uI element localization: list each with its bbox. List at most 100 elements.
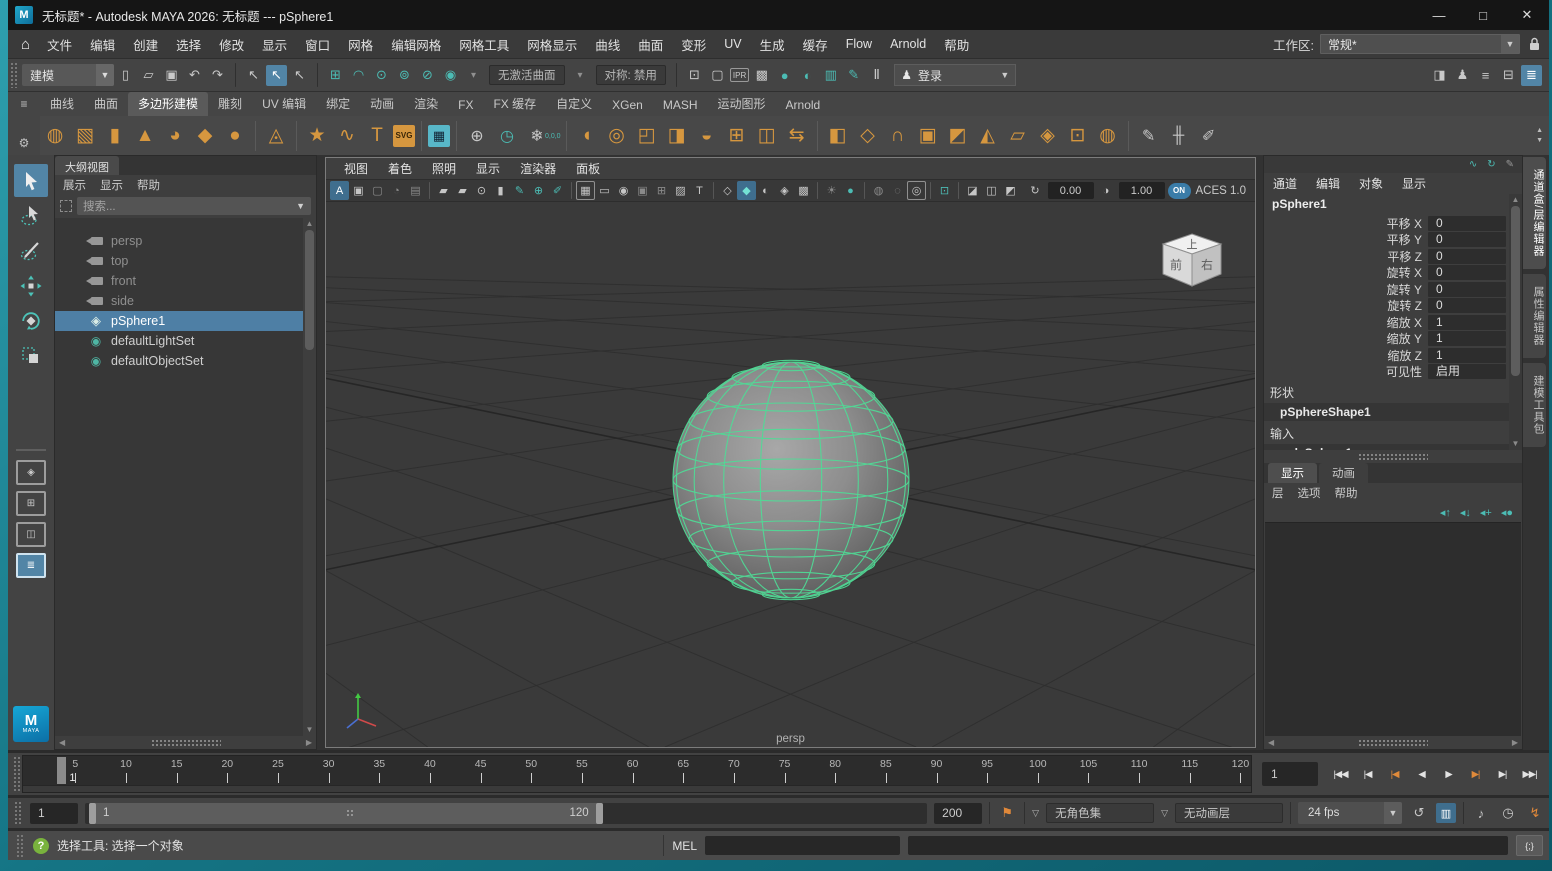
range-slider-range[interactable]: 1 120 bbox=[89, 802, 603, 824]
renderer-badge-icon[interactable]: A bbox=[330, 181, 349, 200]
right-side-tab[interactable]: 通道盒/层编辑器 bbox=[1523, 157, 1546, 270]
playblast-icon[interactable]: ▥ bbox=[1436, 803, 1456, 823]
light-editor-icon[interactable]: ▥ bbox=[820, 65, 841, 86]
motion-blur-icon[interactable]: ◌ bbox=[888, 181, 907, 200]
menu-item[interactable]: 网格显示 bbox=[518, 30, 586, 58]
selected-object-name[interactable]: pSphere1 bbox=[1264, 194, 1509, 215]
viewport-menu-item[interactable]: 面板 bbox=[566, 160, 610, 177]
grid-icon[interactable]: ▦ bbox=[576, 181, 595, 200]
maximize-button[interactable]: □ bbox=[1461, 0, 1505, 30]
shelf-tab[interactable]: Arnold bbox=[776, 95, 831, 116]
play-back-button[interactable]: ◀ bbox=[1409, 762, 1434, 786]
layer-menu-item[interactable]: 选项 bbox=[1298, 485, 1329, 501]
chevron-down-icon[interactable]: ▼ bbox=[1501, 35, 1519, 53]
channel-attribute-value[interactable]: 0 bbox=[1428, 281, 1506, 297]
select-object-icon[interactable]: ↖ bbox=[266, 64, 287, 86]
right-side-tab[interactable]: 建模工具包 bbox=[1523, 363, 1546, 448]
extract-icon[interactable]: ◰ bbox=[632, 119, 662, 152]
scrollbar-grip[interactable] bbox=[150, 739, 221, 746]
play-forward-button[interactable]: ▶ bbox=[1436, 762, 1461, 786]
shelf-tab[interactable]: UV 编辑 bbox=[252, 92, 316, 116]
shape-node-name[interactable]: pSphereShape1 bbox=[1264, 403, 1509, 421]
viewport-menu-item[interactable]: 着色 bbox=[378, 160, 422, 177]
layer-menu-item[interactable]: 帮助 bbox=[1335, 485, 1366, 501]
channel-attribute-value[interactable]: 1 bbox=[1428, 314, 1506, 330]
separator[interactable] bbox=[429, 182, 430, 199]
menu-item[interactable]: 网格工具 bbox=[450, 30, 518, 58]
channel-attribute-value[interactable]: 0 bbox=[1428, 232, 1506, 248]
svg-tool-icon[interactable]: SVG bbox=[392, 119, 416, 152]
layer-move-down-icon[interactable]: ◂↓ bbox=[1460, 506, 1471, 519]
minimize-button[interactable]: — bbox=[1417, 0, 1461, 30]
drag-grip[interactable] bbox=[10, 62, 17, 88]
scrollbar-thumb[interactable] bbox=[1511, 206, 1520, 376]
channel-attribute-value[interactable]: 1 bbox=[1428, 331, 1506, 347]
menu-item[interactable]: 文件 bbox=[38, 30, 81, 58]
sphere-project-icon[interactable]: ◍ bbox=[1093, 119, 1123, 152]
shelf-tab[interactable]: 渲染 bbox=[404, 92, 448, 116]
delete-history-icon[interactable]: ◷ bbox=[492, 119, 522, 152]
show-manipulators-icon[interactable]: ◨ bbox=[1429, 65, 1450, 86]
outliner-item[interactable]: persp bbox=[55, 231, 303, 251]
quad-draw-icon[interactable]: ▱ bbox=[1003, 119, 1033, 152]
layer-editor-tab[interactable]: 显示 bbox=[1268, 463, 1317, 483]
go-to-start-button[interactable]: |◀◀ bbox=[1328, 762, 1353, 786]
shelf-tab[interactable]: 绑定 bbox=[316, 92, 360, 116]
shelf-tab[interactable]: XGen bbox=[602, 95, 653, 116]
screen-space-icon[interactable]: ◩ bbox=[1001, 181, 1020, 200]
hypershade-icon[interactable]: ● bbox=[774, 65, 795, 86]
workspace-lock-icon[interactable] bbox=[1529, 37, 1540, 51]
viewport-menu-item[interactable]: 照明 bbox=[422, 160, 466, 177]
current-frame-field[interactable]: 1 bbox=[1262, 762, 1318, 786]
frame-all-icon[interactable]: ▣ bbox=[349, 181, 368, 200]
next-key-button[interactable]: ▶| bbox=[1463, 762, 1488, 786]
slide-edge-icon[interactable]: ✐ bbox=[1194, 119, 1224, 152]
chevron-down-icon[interactable]: ▾ bbox=[570, 65, 591, 86]
menu-item[interactable]: 曲线 bbox=[586, 30, 629, 58]
channel-attribute-row[interactable]: 缩放 X 1 bbox=[1264, 314, 1509, 331]
paint-effects-icon[interactable]: ✎ bbox=[843, 65, 864, 86]
menu-item[interactable]: 编辑网格 bbox=[382, 30, 450, 58]
save-scene-icon[interactable]: ▣ bbox=[161, 65, 182, 86]
channel-attribute-value[interactable]: 0 bbox=[1428, 265, 1506, 281]
channel-attribute-row[interactable]: 旋转 Z 0 bbox=[1264, 298, 1509, 315]
redo-icon[interactable]: ↷ bbox=[207, 65, 228, 86]
drag-grip[interactable] bbox=[16, 834, 23, 857]
color-wheel-icon[interactable]: ◔ bbox=[387, 181, 406, 200]
channel-attribute-value[interactable]: 启用 bbox=[1428, 364, 1506, 380]
help-icon[interactable]: ? bbox=[33, 837, 49, 854]
helix-icon[interactable]: ∿ bbox=[332, 119, 362, 152]
shelf-tab[interactable]: 曲面 bbox=[84, 92, 128, 116]
new-scene-icon[interactable]: ▯ bbox=[115, 65, 136, 86]
separator[interactable] bbox=[816, 120, 818, 151]
lasso-tool-button[interactable] bbox=[14, 199, 48, 232]
outliner-horizontal-scrollbar[interactable]: ◀ ▶ bbox=[55, 736, 316, 749]
snap-view-plane-icon[interactable]: ⊘ bbox=[417, 65, 438, 86]
step-forward-button[interactable]: ▶| bbox=[1490, 762, 1515, 786]
resolution-gate-icon[interactable]: ◉ bbox=[614, 181, 633, 200]
mel-label[interactable]: MEL bbox=[672, 839, 697, 853]
layer-menu-item[interactable]: 层 bbox=[1272, 485, 1292, 501]
audio-icon[interactable]: ♪ bbox=[1471, 803, 1491, 823]
animation-end-field[interactable]: 200 bbox=[934, 802, 983, 824]
active-surface-field[interactable]: 无激活曲面 bbox=[489, 65, 565, 85]
channel-sliders-icon[interactable]: ≡ bbox=[1475, 65, 1496, 86]
shelf-tab[interactable]: 运动图形 bbox=[708, 92, 776, 116]
symmetry-field[interactable]: 对称: 禁用 bbox=[595, 65, 666, 85]
range-start-handle[interactable] bbox=[89, 802, 96, 824]
menu-item[interactable]: Arnold bbox=[881, 30, 935, 58]
extrude-icon[interactable]: ◧ bbox=[823, 119, 853, 152]
time-settings-icon[interactable]: ◷ bbox=[1498, 803, 1518, 823]
flip-icon[interactable]: ⇆ bbox=[782, 119, 812, 152]
shelf-tab[interactable]: 雕刻 bbox=[208, 92, 252, 116]
channel-attribute-row[interactable]: 旋转 Y 0 bbox=[1264, 281, 1509, 298]
bookmark-icon[interactable]: ▮ bbox=[491, 181, 510, 200]
separator[interactable] bbox=[571, 182, 572, 199]
scrollbar-thumb[interactable] bbox=[305, 230, 314, 350]
right-side-tab[interactable]: 属性编辑器 bbox=[1523, 274, 1546, 359]
layer-move-up-icon[interactable]: ◂↑ bbox=[1440, 506, 1451, 519]
channel-attribute-row[interactable]: 平移 Y 0 bbox=[1264, 232, 1509, 249]
separator[interactable] bbox=[456, 120, 457, 151]
lattice-icon[interactable]: ⊡ bbox=[1063, 119, 1093, 152]
poly-sphere-icon[interactable]: ◍ bbox=[40, 119, 70, 152]
